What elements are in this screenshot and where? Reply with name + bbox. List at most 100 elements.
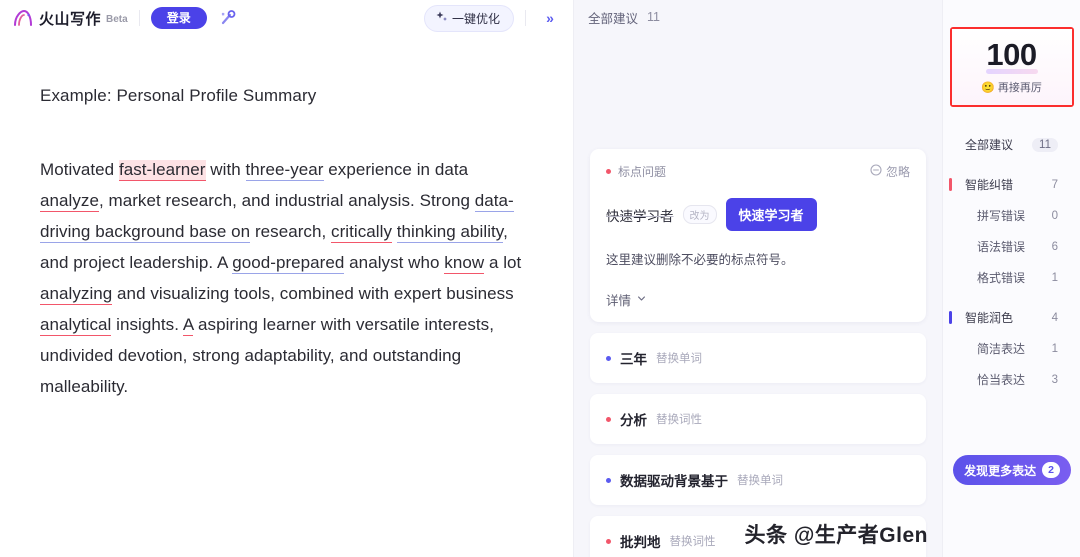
discover-more-button[interactable]: 发现更多表达 2 — [953, 455, 1071, 485]
suggestion-type-tag: 标点问题 — [606, 163, 666, 180]
suggestion-card-list: 标点问题 忽略 快速学习者 改为 快速学习者 这里建议删除不必要的标点符号。 详… — [574, 34, 942, 557]
document-heading: Example: Personal Profile Summary — [40, 86, 317, 105]
expand-panel-button[interactable]: » — [537, 6, 563, 30]
filter-label: 拼写错误 — [977, 209, 1026, 223]
brand-name: 火山写作 — [39, 10, 102, 28]
volcano-logo-icon — [12, 8, 34, 28]
severity-dot-icon — [606, 355, 611, 361]
filter-row[interactable]: 智能润色 4 — [943, 302, 1080, 333]
severity-dot-icon — [606, 416, 611, 422]
score-highlight-box: 100 🙂 再接再厉 — [949, 27, 1074, 107]
document-plain-span: , market research, and industrial analys… — [98, 191, 475, 210]
chevron-down-icon — [636, 293, 647, 307]
score-caption: 🙂 再接再厉 — [981, 79, 1042, 95]
suggestion-replacement-row: 快速学习者 改为 快速学习者 — [606, 198, 910, 231]
filter-row[interactable]: 智能纠错 7 — [943, 169, 1080, 200]
ignore-button-label: 忽略 — [885, 165, 910, 179]
document-flagged-span[interactable]: critically — [331, 222, 392, 243]
filter-count: 1 — [1051, 271, 1058, 284]
circle-minus-icon — [870, 164, 882, 179]
filter-row[interactable]: 拼写错误 0 — [943, 200, 1080, 231]
document-plain-span: research, — [250, 222, 332, 241]
document-flagged-span[interactable]: thinking ability — [396, 222, 504, 243]
document-flagged-span[interactable]: fast-learner — [118, 160, 206, 181]
suggestion-card-header: 标点问题 忽略 — [606, 163, 910, 180]
suggestion-kind: 替换词性 — [656, 414, 702, 426]
score-caption-label: 再接再厉 — [997, 82, 1042, 94]
suggestion-type-label: 标点问题 — [618, 165, 667, 179]
document-plain-span: experience in data — [323, 160, 469, 179]
suggestion-word: 批判地 — [620, 535, 661, 550]
suggestion-word: 数据驱动背景基于 — [620, 474, 728, 489]
document-flagged-span[interactable]: analyze — [40, 191, 99, 212]
document-flagged-span[interactable]: know — [444, 253, 485, 274]
suggestion-kind: 替换单词 — [737, 475, 783, 487]
login-button[interactable]: 登录 — [150, 7, 207, 29]
app-root: 火山写作 Beta 登录 一键优化 » Example: Personal Pr… — [0, 0, 1080, 557]
filter-label: 恰当表达 — [977, 373, 1026, 387]
suggestion-filter-list: 全部建议 11 智能纠错 7 拼写错误 0 语法错误 6 格式错误 1 智能润色 4 简洁表达 1 恰当表达… — [943, 129, 1080, 395]
suggestion-detail-label: 详情 — [606, 294, 632, 308]
filter-category-bar-icon — [949, 178, 952, 191]
filter-count: 3 — [1051, 373, 1058, 386]
severity-dot-icon — [606, 169, 611, 174]
document-flagged-span[interactable]: analytical — [40, 315, 112, 336]
filter-category-bar-icon — [949, 311, 952, 324]
editor-pane: 火山写作 Beta 登录 一键优化 » Example: Personal Pr… — [0, 0, 574, 557]
document-plain-span: with — [205, 160, 246, 179]
filter-row[interactable]: 简洁表达 1 — [943, 333, 1080, 364]
score-card[interactable]: 100 🙂 再接再厉 — [951, 29, 1072, 105]
severity-dot-icon — [606, 538, 611, 544]
magic-wand-icon[interactable] — [215, 6, 241, 30]
editor-toolbar: 火山写作 Beta 登录 一键优化 » — [0, 0, 573, 36]
brand-logo: 火山写作 Beta — [12, 8, 128, 29]
filter-count: 7 — [1051, 178, 1058, 191]
ignore-button[interactable]: 忽略 — [870, 163, 910, 180]
document-flagged-span[interactable]: good-prepared — [232, 253, 345, 274]
filter-label: 语法错误 — [977, 240, 1026, 254]
toolbar-divider — [138, 10, 140, 26]
document-flagged-span[interactable]: three-year — [245, 160, 324, 181]
document-paragraph[interactable]: Motivated fast-learner with three-year e… — [40, 154, 529, 402]
original-word: 快速学习者 — [606, 208, 674, 224]
score-emoji-icon: 🙂 — [981, 81, 995, 94]
optimize-button-label: 一键优化 — [451, 11, 500, 26]
filter-group-spacer — [943, 160, 1080, 169]
suggestion-card-compact[interactable]: 分析 替换词性 — [590, 394, 926, 444]
document-plain-span: Motivated — [40, 160, 119, 179]
filter-row[interactable]: 语法错误 6 — [943, 231, 1080, 262]
suggestion-description: 这里建议删除不必要的标点符号。 — [606, 253, 794, 267]
filter-row[interactable]: 格式错误 1 — [943, 262, 1080, 293]
toolbar-divider-2 — [525, 10, 526, 26]
document-plain-span: a lot — [484, 253, 522, 272]
suggestion-card-compact[interactable]: 数据驱动背景基于 替换单词 — [590, 455, 926, 505]
sparkle-icon — [435, 10, 448, 26]
replace-arrow-label: 改为 — [682, 205, 717, 224]
suggestions-header-label: 全部建议 — [588, 11, 639, 26]
severity-dot-icon — [606, 477, 611, 483]
suggestion-card-compact[interactable]: 三年 替换单词 — [590, 333, 926, 383]
suggestion-card-primary[interactable]: 标点问题 忽略 快速学习者 改为 快速学习者 这里建议删除不必要的标点符号。 详… — [590, 149, 926, 322]
optimize-button[interactable]: 一键优化 — [423, 4, 514, 32]
document-flagged-span[interactable]: A — [182, 315, 194, 336]
filter-label: 智能润色 — [965, 311, 1014, 325]
filter-row[interactable]: 全部建议 11 — [943, 129, 1080, 160]
filter-count: 4 — [1051, 311, 1058, 324]
filter-group-spacer — [943, 293, 1080, 302]
apply-replacement-button[interactable]: 快速学习者 — [725, 198, 817, 231]
suggestions-pane: 全部建议 11 标点问题 忽略 快速学习者 改为 快速学习者 这里建议删除不必要… — [574, 0, 942, 557]
filter-label: 简洁表达 — [977, 342, 1026, 356]
document-flagged-span[interactable]: analyzing — [40, 284, 113, 305]
document-scroll-area[interactable]: Example: Personal Profile Summary Motiva… — [0, 36, 573, 557]
suggestion-detail-toggle[interactable]: 详情 — [606, 290, 910, 309]
score-value: 100 — [986, 37, 1037, 72]
filter-label: 智能纠错 — [965, 178, 1014, 192]
filter-label: 全部建议 — [965, 138, 1014, 152]
suggestion-kind: 替换单词 — [656, 353, 702, 365]
filter-count: 0 — [1051, 209, 1058, 222]
document-plain-span: insights. — [111, 315, 183, 334]
document-body[interactable]: Example: Personal Profile Summary Motiva… — [0, 36, 573, 402]
filter-row[interactable]: 恰当表达 3 — [943, 364, 1080, 395]
filter-count: 11 — [1032, 137, 1058, 152]
suggestions-header: 全部建议 11 — [574, 0, 942, 34]
